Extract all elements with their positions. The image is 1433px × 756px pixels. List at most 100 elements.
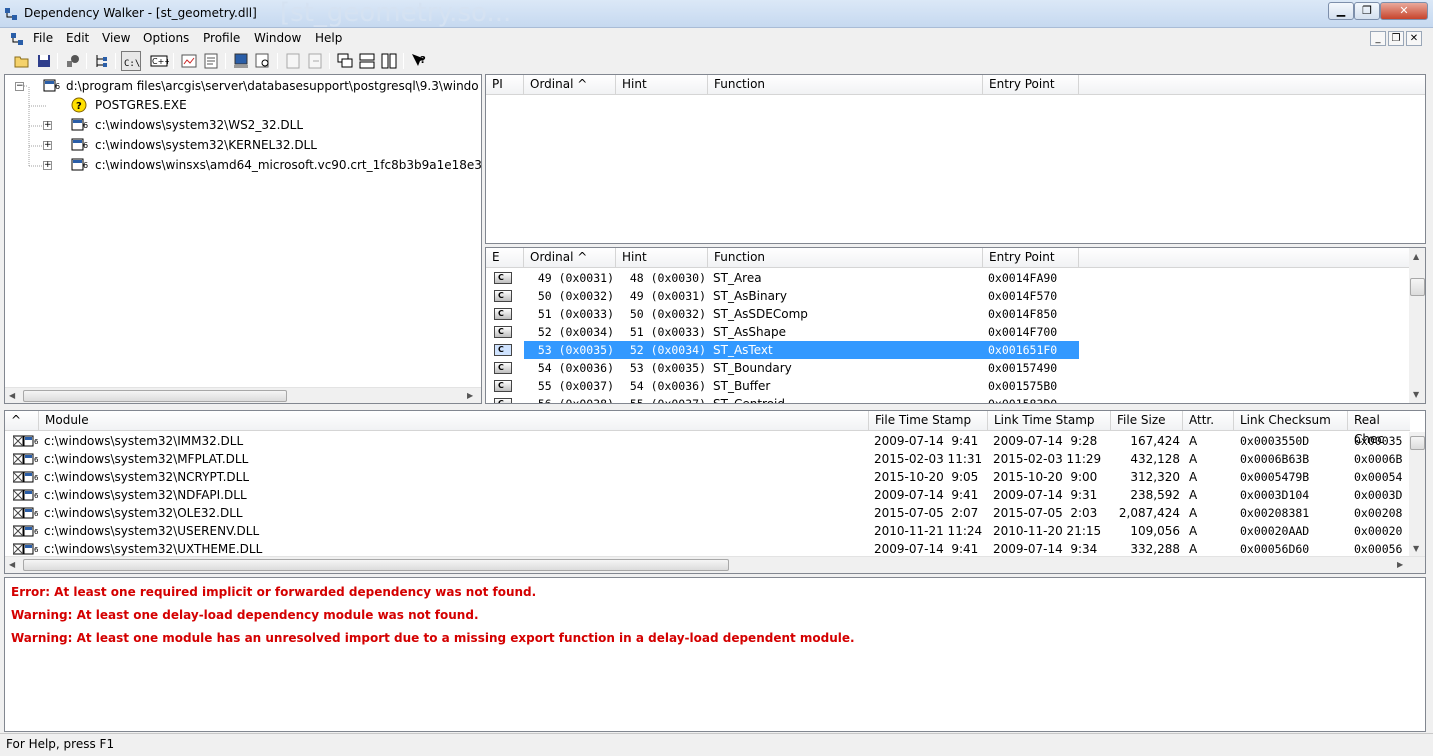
child-close-button[interactable]: ✕ (1406, 31, 1422, 46)
properties-icon[interactable] (201, 51, 221, 71)
cell-file-size: 238,592 (1130, 488, 1180, 502)
module-tree-pane[interactable]: − 6 d:\program files\arcgis\server\datab… (4, 74, 482, 404)
status-bar: For Help, press F1 (0, 733, 1433, 756)
module-list-pane[interactable]: ^ Module File Time Stamp Link Time Stamp… (4, 410, 1426, 574)
restore-button[interactable]: ❐ (1354, 2, 1380, 20)
mdi-child-icon[interactable] (10, 32, 24, 46)
table-row[interactable]: C 53 (0x0035) 52 (0x0034) ST_AsText 0x001651… (486, 341, 1409, 359)
menu-profile[interactable]: Profile (203, 31, 240, 45)
col-image[interactable]: ^ (5, 411, 39, 431)
list-item[interactable]: 6 c:\windows\system32\OLE32.DLL 2015-07-05… (5, 504, 1409, 522)
scroll-thumb[interactable] (23, 390, 287, 402)
table-row[interactable]: C 55 (0x0037) 54 (0x0036) ST_Buffer 0x001575… (486, 377, 1409, 395)
col-pi[interactable]: PI (486, 75, 524, 95)
open-icon[interactable] (12, 51, 32, 71)
menu-edit[interactable]: Edit (66, 31, 89, 45)
col-function[interactable]: Function (708, 248, 983, 268)
modules-vertical-scrollbar[interactable]: ▲ ▼ (1409, 432, 1425, 556)
cell-real-checksum: 0x00020 (1354, 524, 1403, 538)
copy-icon[interactable] (63, 51, 83, 71)
cell-file-size: 167,424 (1130, 434, 1180, 448)
cell-entry-point: 0x0014F700 (988, 325, 1058, 339)
col-file-size[interactable]: File Size (1111, 411, 1183, 431)
expand-button[interactable]: + (43, 121, 52, 130)
tree-horizontal-scrollbar[interactable]: ◀ ▶ (5, 387, 481, 403)
col-link-checksum[interactable]: Link Checksum (1234, 411, 1348, 431)
col-file-time-stamp[interactable]: File Time Stamp (869, 411, 988, 431)
col-entry-point[interactable]: Entry Point (983, 75, 1079, 95)
configure-icon[interactable] (179, 51, 199, 71)
save-icon[interactable] (34, 51, 54, 71)
minimize-button[interactable]: ▁ (1328, 2, 1354, 20)
external-viewer-icon[interactable] (305, 51, 325, 71)
menu-help[interactable]: Help (315, 31, 342, 45)
child-minimize-button[interactable]: _ (1370, 31, 1386, 46)
cell-real-checksum: 0x0006B (1354, 452, 1403, 466)
scroll-thumb[interactable] (1410, 278, 1425, 296)
import-function-pane[interactable]: PI Ordinal ^ Hint Function Entry Point (485, 74, 1426, 244)
context-help-icon[interactable]: ? (409, 51, 429, 71)
list-item[interactable]: 6 c:\windows\system32\NCRYPT.DLL 2015-10-2… (5, 468, 1409, 486)
child-restore-button[interactable]: ❐ (1388, 31, 1404, 46)
module-icon: 6 (13, 525, 39, 537)
view-full-paths-icon[interactable]: C:\ (121, 51, 141, 71)
edit-icon[interactable] (283, 51, 303, 71)
col-ordinal[interactable]: Ordinal ^ (524, 248, 616, 268)
col-attr[interactable]: Attr. (1183, 411, 1234, 431)
tree-item-ws2_32[interactable]: c:\windows\system32\WS2_32.DLL (95, 116, 303, 134)
tree-root-label[interactable]: d:\program files\arcgis\server\databases… (66, 77, 479, 95)
col-entry-point[interactable]: Entry Point (983, 248, 1079, 268)
list-item[interactable]: 6 c:\windows\system32\IMM32.DLL 2009-07-14… (5, 432, 1409, 450)
undecorate-cpp-icon[interactable]: C++ (149, 51, 171, 71)
menu-file[interactable]: File (33, 31, 53, 45)
col-ordinal[interactable]: Ordinal ^ (524, 75, 616, 95)
tile-vertical-icon[interactable] (379, 51, 399, 71)
col-function[interactable]: Function (708, 75, 983, 95)
cell-ordinal: 56 (0x0038) (532, 395, 614, 403)
table-row[interactable]: C 56 (0x0038) 55 (0x0037) ST_Centroid 0x0015… (486, 395, 1409, 403)
title-bar[interactable]: Dependency Walker - [st_geometry.dll] [s… (0, 0, 1433, 28)
col-hint[interactable]: Hint (616, 248, 708, 268)
tree-item-vc90-crt[interactable]: c:\windows\winsxs\amd64_microsoft.vc90.c… (95, 156, 481, 174)
tree-item-kernel32[interactable]: c:\windows\system32\KERNEL32.DLL (95, 136, 317, 154)
export-vertical-scrollbar[interactable]: ▲ ▼ (1409, 248, 1425, 403)
c-function-icon: C (494, 362, 512, 374)
col-link-time-stamp[interactable]: Link Time Stamp (988, 411, 1111, 431)
list-item[interactable]: 6 c:\windows\system32\NDFAPI.DLL 2009-07-1… (5, 486, 1409, 504)
table-row[interactable]: C 54 (0x0036) 53 (0x0035) ST_Boundary 0x0015… (486, 359, 1409, 377)
list-item[interactable]: 6 c:\windows\system32\MFPLAT.DLL 2015-02-0… (5, 450, 1409, 468)
table-row[interactable]: C 51 (0x0033) 50 (0x0032) ST_AsSDEComp 0x001… (486, 305, 1409, 323)
log-pane[interactable]: Error: At least one required implicit or… (4, 577, 1426, 732)
col-hint[interactable]: Hint (616, 75, 708, 95)
scroll-thumb[interactable] (23, 559, 729, 571)
system-info-icon[interactable] (231, 51, 251, 71)
menu-view[interactable]: View (102, 31, 130, 45)
col-e[interactable]: E (486, 248, 524, 268)
cell-function: ST_Boundary (713, 361, 792, 375)
modules-horizontal-scrollbar[interactable]: ◀ ▶ (5, 556, 1425, 573)
collapse-root-button[interactable]: − (15, 82, 24, 91)
list-item[interactable]: 6 c:\windows\system32\UXTHEME.DLL 2009-07-… (5, 540, 1409, 556)
find-icon[interactable] (253, 51, 273, 71)
expand-button[interactable]: + (43, 141, 52, 150)
tree-item-postgres[interactable]: POSTGRES.EXE (95, 96, 187, 114)
col-module[interactable]: Module (39, 411, 869, 431)
expand-button[interactable]: + (43, 161, 52, 170)
cascade-icon[interactable] (335, 51, 355, 71)
close-button[interactable]: ✕ (1380, 2, 1428, 20)
svg-text:6: 6 (34, 510, 39, 518)
cell-hint: 50 (0x0032) (629, 307, 706, 321)
cell-link-checksum: 0x0003550D (1240, 434, 1310, 448)
menu-window[interactable]: Window (254, 31, 301, 45)
table-row[interactable]: C 49 (0x0031) 48 (0x0030) ST_Area 0x0014FA90 (486, 269, 1409, 287)
export-function-pane[interactable]: E Ordinal ^ Hint Function Entry Point C 4… (485, 247, 1426, 404)
table-row[interactable]: C 50 (0x0032) 49 (0x0031) ST_AsBinary 0x0014… (486, 287, 1409, 305)
col-real-checksum[interactable]: Real Chec (1348, 411, 1410, 446)
list-item[interactable]: 6 c:\windows\system32\USERENV.DLL 2010-11-… (5, 522, 1409, 540)
cell-entry-point: 0x001583D0 (988, 395, 1078, 403)
full-paths-icon[interactable] (92, 51, 112, 71)
table-row[interactable]: C 52 (0x0034) 51 (0x0033) ST_AsShape 0x0014F… (486, 323, 1409, 341)
scroll-thumb[interactable] (1410, 436, 1425, 450)
menu-options[interactable]: Options (143, 31, 189, 45)
tile-horizontal-icon[interactable] (357, 51, 377, 71)
